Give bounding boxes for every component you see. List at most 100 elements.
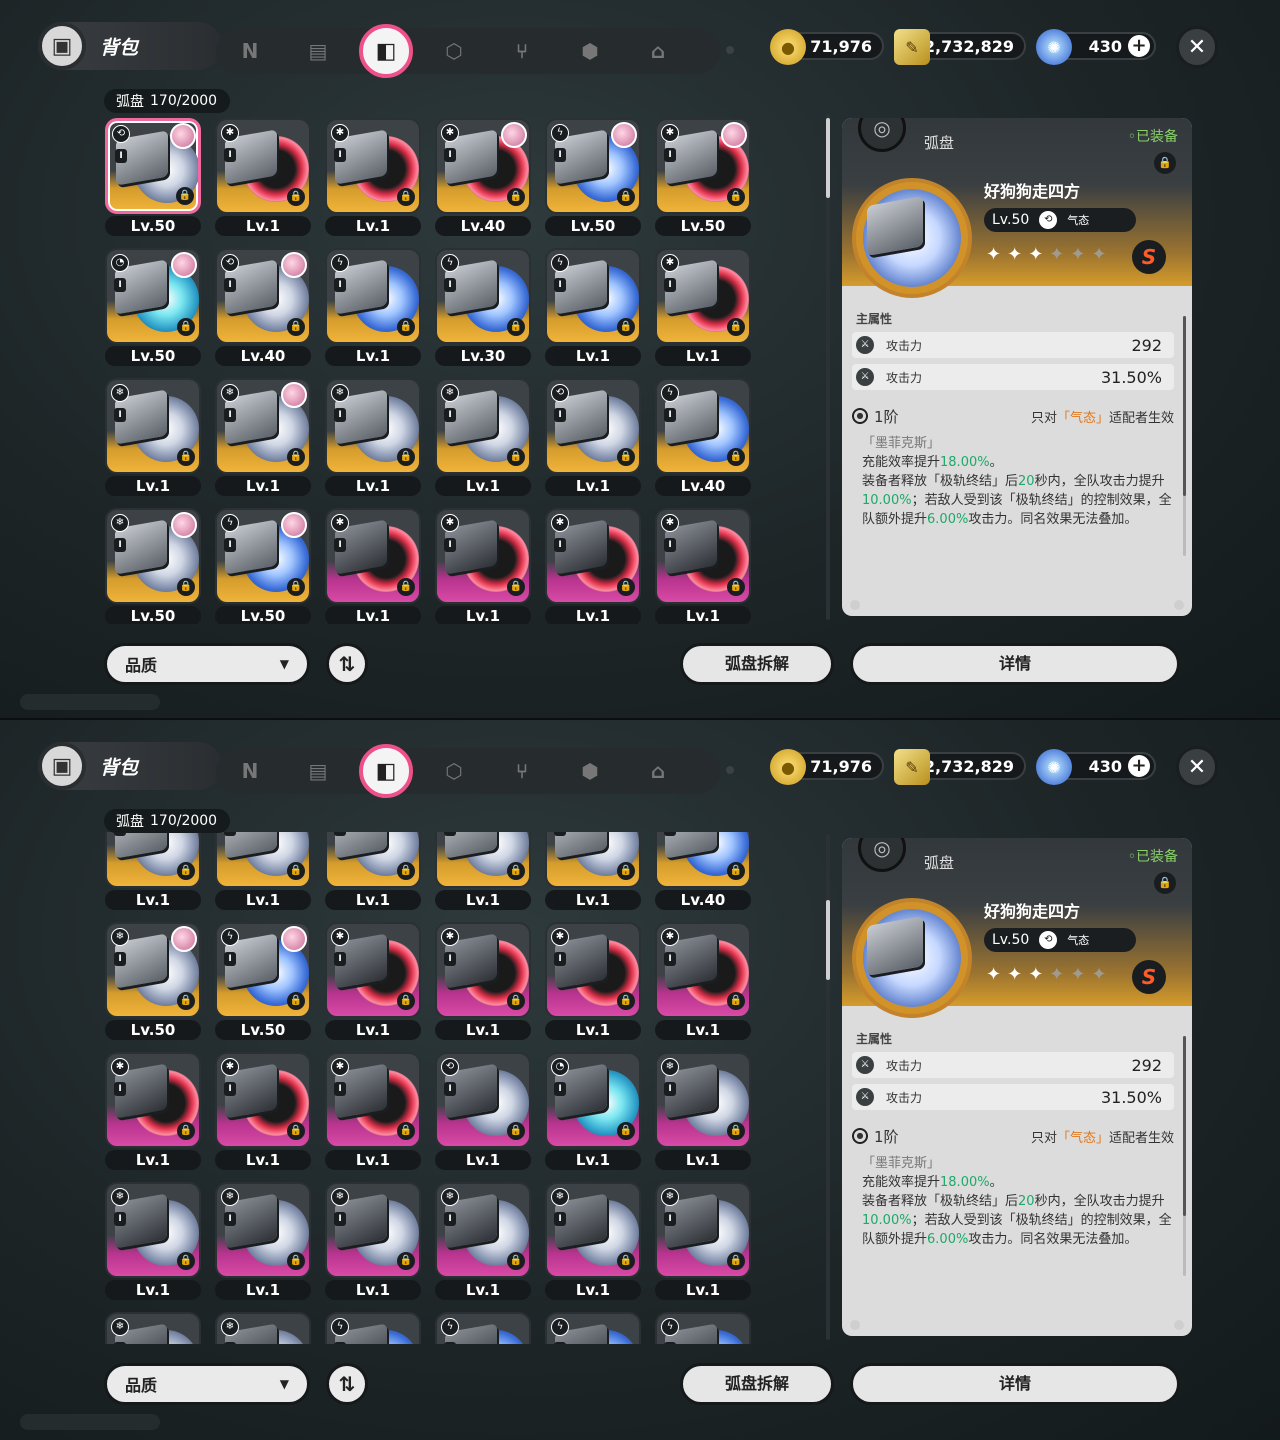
- disc-card[interactable]: ❄I🔒: [655, 1052, 751, 1148]
- disc-slot[interactable]: ❄ I 🔒 Lv.50: [100, 502, 210, 624]
- lock-icon[interactable]: 🔒: [287, 1252, 305, 1270]
- quality-filter-dropdown[interactable]: 品质 ▼: [104, 643, 310, 685]
- disc-card[interactable]: ϟI🔒: [655, 1312, 751, 1344]
- disc-card[interactable]: ⟲I🔒: [545, 832, 641, 888]
- disc-slot[interactable]: ◔ I 🔒 Lv.1: [540, 1046, 650, 1176]
- disc-card[interactable]: ϟI🔒: [655, 378, 751, 474]
- disc-card[interactable]: ϟI🔒: [435, 248, 531, 344]
- lock-toggle-icon[interactable]: 🔒: [1154, 872, 1176, 894]
- disc-card[interactable]: ❄I🔒: [105, 1182, 201, 1278]
- tab-disc-case[interactable]: ◧: [352, 744, 420, 798]
- disc-grid-viewport[interactable]: ❄I🔒Lv.1❄I🔒Lv.1❄I🔒Lv.1❄I🔒Lv.1⟲I🔒Lv.1ϟI🔒Lv…: [100, 832, 760, 1344]
- lock-icon[interactable]: 🔒: [287, 862, 305, 880]
- disc-slot[interactable]: ⟲ I 🔒 Lv.50: [100, 112, 210, 242]
- lock-icon[interactable]: 🔒: [177, 862, 195, 880]
- lock-icon[interactable]: 🔒: [397, 578, 415, 596]
- lock-icon[interactable]: 🔒: [397, 992, 415, 1010]
- disc-card[interactable]: ✱ I 🔒: [325, 922, 421, 1018]
- tab-n-logo[interactable]: N: [216, 28, 284, 74]
- details-button[interactable]: 详情: [850, 1363, 1180, 1405]
- disc-slot[interactable]: ϟ I 🔒 Lv.1: [540, 242, 650, 372]
- lock-icon[interactable]: 🔒: [177, 1252, 195, 1270]
- grid-scrollbar[interactable]: [826, 114, 830, 620]
- disc-card[interactable]: ❄I🔒: [215, 1182, 311, 1278]
- disc-slot[interactable]: ❄I🔒Lv.1: [650, 1176, 760, 1306]
- disc-card[interactable]: ✱ I 🔒: [655, 118, 751, 214]
- add-polychrome-button[interactable]: +: [1128, 35, 1150, 57]
- quality-filter-dropdown[interactable]: 品质 ▼: [104, 1363, 310, 1405]
- lock-icon[interactable]: 🔒: [617, 578, 635, 596]
- lock-icon[interactable]: 🔒: [727, 448, 745, 466]
- disc-card[interactable]: ϟI🔒: [325, 1312, 421, 1344]
- disc-card[interactable]: ϟI🔒: [215, 922, 311, 1018]
- disc-card[interactable]: ❄I🔒: [215, 378, 311, 474]
- lock-icon[interactable]: 🔒: [397, 1122, 415, 1140]
- close-button[interactable]: ✕: [1176, 26, 1218, 68]
- detail-scroll-thumb[interactable]: [1183, 1036, 1186, 1216]
- lock-icon[interactable]: 🔒: [287, 188, 305, 206]
- disc-card[interactable]: ❄I🔒: [215, 832, 311, 888]
- disc-card[interactable]: ✱ I 🔒: [325, 1052, 421, 1148]
- disc-card[interactable]: ❄I🔒: [105, 508, 201, 604]
- disc-slot[interactable]: ✱ I 🔒 Lv.1: [650, 502, 760, 624]
- disc-card[interactable]: ϟI🔒: [545, 118, 641, 214]
- disc-slot[interactable]: ✱ I 🔒 Lv.1: [210, 1046, 320, 1176]
- lock-icon[interactable]: 🔒: [177, 1122, 195, 1140]
- lock-toggle-icon[interactable]: 🔒: [1154, 152, 1176, 174]
- disc-slot[interactable]: ⟲I🔒Lv.1: [540, 372, 650, 502]
- disc-card[interactable]: ϟI🔒: [655, 832, 751, 888]
- lock-icon[interactable]: 🔒: [507, 578, 525, 596]
- disc-card[interactable]: ✱ I 🔒: [435, 922, 531, 1018]
- disc-slot[interactable]: ϟI🔒: [650, 1306, 760, 1344]
- disc-slot[interactable]: ❄I🔒Lv.1: [210, 1176, 320, 1306]
- disc-slot[interactable]: ✱ I 🔒 Lv.1: [210, 112, 320, 242]
- disc-card[interactable]: ✱ I 🔒: [325, 508, 421, 604]
- disc-slot[interactable]: ϟI🔒Lv.40: [650, 832, 760, 916]
- disc-slot[interactable]: ❄I🔒Lv.1: [320, 1176, 430, 1306]
- disc-card[interactable]: ◔ I 🔒: [105, 248, 201, 344]
- disc-slot[interactable]: ◔ I 🔒 Lv.50: [100, 242, 210, 372]
- disc-slot[interactable]: ❄I🔒: [100, 1306, 210, 1344]
- tab-disc-case[interactable]: ◧: [352, 24, 420, 78]
- disc-slot[interactable]: ✱ I 🔒 Lv.50: [650, 112, 760, 242]
- detail-scroll-thumb[interactable]: [1183, 316, 1186, 496]
- disc-card[interactable]: ⟲I🔒: [215, 248, 311, 344]
- disc-slot[interactable]: ✱ I 🔒 Lv.1: [430, 502, 540, 624]
- disc-card[interactable]: ❄I🔒: [105, 1312, 201, 1344]
- disc-slot[interactable]: ❄I🔒Lv.1: [210, 832, 320, 916]
- lock-icon[interactable]: 🔒: [617, 188, 635, 206]
- disc-slot[interactable]: ⟲I🔒Lv.1: [430, 1046, 540, 1176]
- disc-card[interactable]: ⟲I🔒: [435, 1052, 531, 1148]
- disc-card[interactable]: ϟI🔒: [435, 1312, 531, 1344]
- tab-house[interactable]: ⌂: [624, 28, 692, 74]
- disc-slot[interactable]: ✱ I 🔒 Lv.1: [320, 916, 430, 1046]
- disc-card[interactable]: ❄I🔒: [545, 1182, 641, 1278]
- disc-card[interactable]: ✱ I 🔒: [105, 1052, 201, 1148]
- lock-icon[interactable]: 🔒: [617, 992, 635, 1010]
- dismantle-button[interactable]: 弧盘拆解: [680, 1363, 834, 1405]
- lock-icon[interactable]: 🔒: [617, 1122, 635, 1140]
- disc-slot[interactable]: ϟI🔒: [320, 1306, 430, 1344]
- disc-slot[interactable]: ✱ I 🔒 Lv.40: [430, 112, 540, 242]
- lock-icon[interactable]: 🔒: [507, 992, 525, 1010]
- disc-slot[interactable]: ϟI🔒Lv.40: [650, 372, 760, 502]
- lock-icon[interactable]: 🔒: [507, 1252, 525, 1270]
- disc-card[interactable]: ✱ I 🔒: [435, 508, 531, 604]
- details-button[interactable]: 详情: [850, 643, 1180, 685]
- disc-slot[interactable]: ❄I🔒: [210, 1306, 320, 1344]
- lock-icon[interactable]: 🔒: [617, 862, 635, 880]
- lock-icon[interactable]: 🔒: [727, 1122, 745, 1140]
- disc-card[interactable]: ✱ I 🔒: [215, 1052, 311, 1148]
- disc-slot[interactable]: ❄I🔒Lv.1: [540, 1176, 650, 1306]
- disc-slot[interactable]: ⟲ I 🔒 Lv.40: [210, 242, 320, 372]
- disc-card[interactable]: ❄I🔒: [215, 1312, 311, 1344]
- disc-slot[interactable]: ⟲I🔒Lv.1: [540, 832, 650, 916]
- lock-icon[interactable]: 🔒: [176, 187, 194, 205]
- disc-slot[interactable]: ❄I🔒Lv.1: [100, 372, 210, 502]
- disc-card[interactable]: ✱ I 🔒: [545, 508, 641, 604]
- disc-card[interactable]: ❄I🔒: [325, 1182, 421, 1278]
- disc-card[interactable]: ❄I🔒: [105, 378, 201, 474]
- disc-slot[interactable]: ϟ I 🔒 Lv.1: [320, 242, 430, 372]
- tab-cube[interactable]: ⬡: [420, 28, 488, 74]
- disc-slot[interactable]: ❄I🔒Lv.1: [650, 1046, 760, 1176]
